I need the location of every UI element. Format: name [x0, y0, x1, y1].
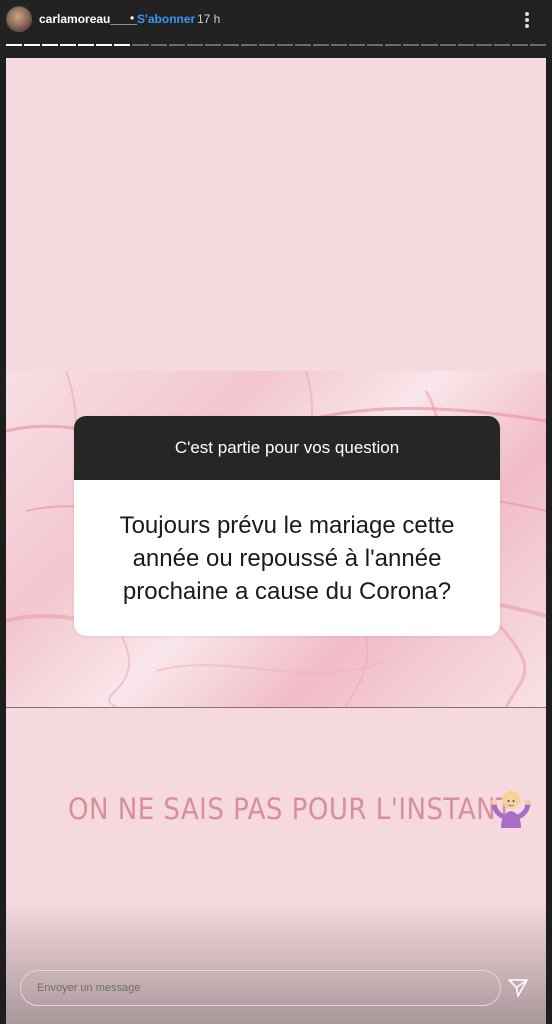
progress-segment [331, 44, 348, 46]
progress-segment [475, 44, 492, 46]
progress-segment [96, 44, 113, 46]
progress-segment [511, 44, 528, 46]
question-sticker[interactable]: C'est partie pour vos question Toujours … [74, 416, 500, 636]
progress-segment [457, 44, 474, 46]
progress-segment [493, 44, 510, 46]
question-sticker-title: C'est partie pour vos question [74, 416, 500, 480]
avatar[interactable] [6, 6, 32, 32]
progress-segment [78, 44, 95, 46]
progress-segment [529, 44, 546, 46]
progress-segment [313, 44, 330, 46]
progress-segment [258, 44, 275, 46]
post-time: 17 h [197, 12, 221, 26]
progress-segment [295, 44, 312, 46]
progress-segment [276, 44, 293, 46]
progress-segment [421, 44, 438, 46]
send-icon[interactable] [506, 975, 530, 999]
progress-segment [114, 44, 131, 46]
progress-segment [24, 44, 41, 46]
story-header: carlamoreau____ • S'abonner 17 h [0, 0, 552, 58]
progress-segment [150, 44, 167, 46]
progress-segment [439, 44, 456, 46]
progress-segment [385, 44, 402, 46]
story-canvas[interactable]: C'est partie pour vos question Toujours … [6, 58, 546, 1024]
progress-segment [60, 44, 77, 46]
progress-segment [204, 44, 221, 46]
progress-segment [349, 44, 366, 46]
message-input[interactable] [20, 970, 501, 1006]
divider [6, 707, 546, 708]
username[interactable]: carlamoreau____ [39, 12, 137, 26]
progress-segment [240, 44, 257, 46]
person-shrugging-icon [491, 791, 531, 828]
separator-dot: • [130, 11, 135, 25]
progress-segment [367, 44, 384, 46]
follow-button[interactable]: S'abonner [137, 12, 195, 26]
question-text: Toujours prévu le mariage cette année ou… [119, 511, 455, 605]
progress-segment [6, 44, 23, 46]
progress-segment [186, 44, 203, 46]
progress-segment [222, 44, 239, 46]
progress-segment [403, 44, 420, 46]
more-vertical-icon[interactable] [524, 12, 530, 32]
progress-segment [42, 44, 59, 46]
progress-segment [132, 44, 149, 46]
answer-text: ON NE SAIS PAS POUR L'INSTANT [68, 792, 513, 826]
story-progress-bar [6, 44, 546, 46]
progress-segment [168, 44, 185, 46]
